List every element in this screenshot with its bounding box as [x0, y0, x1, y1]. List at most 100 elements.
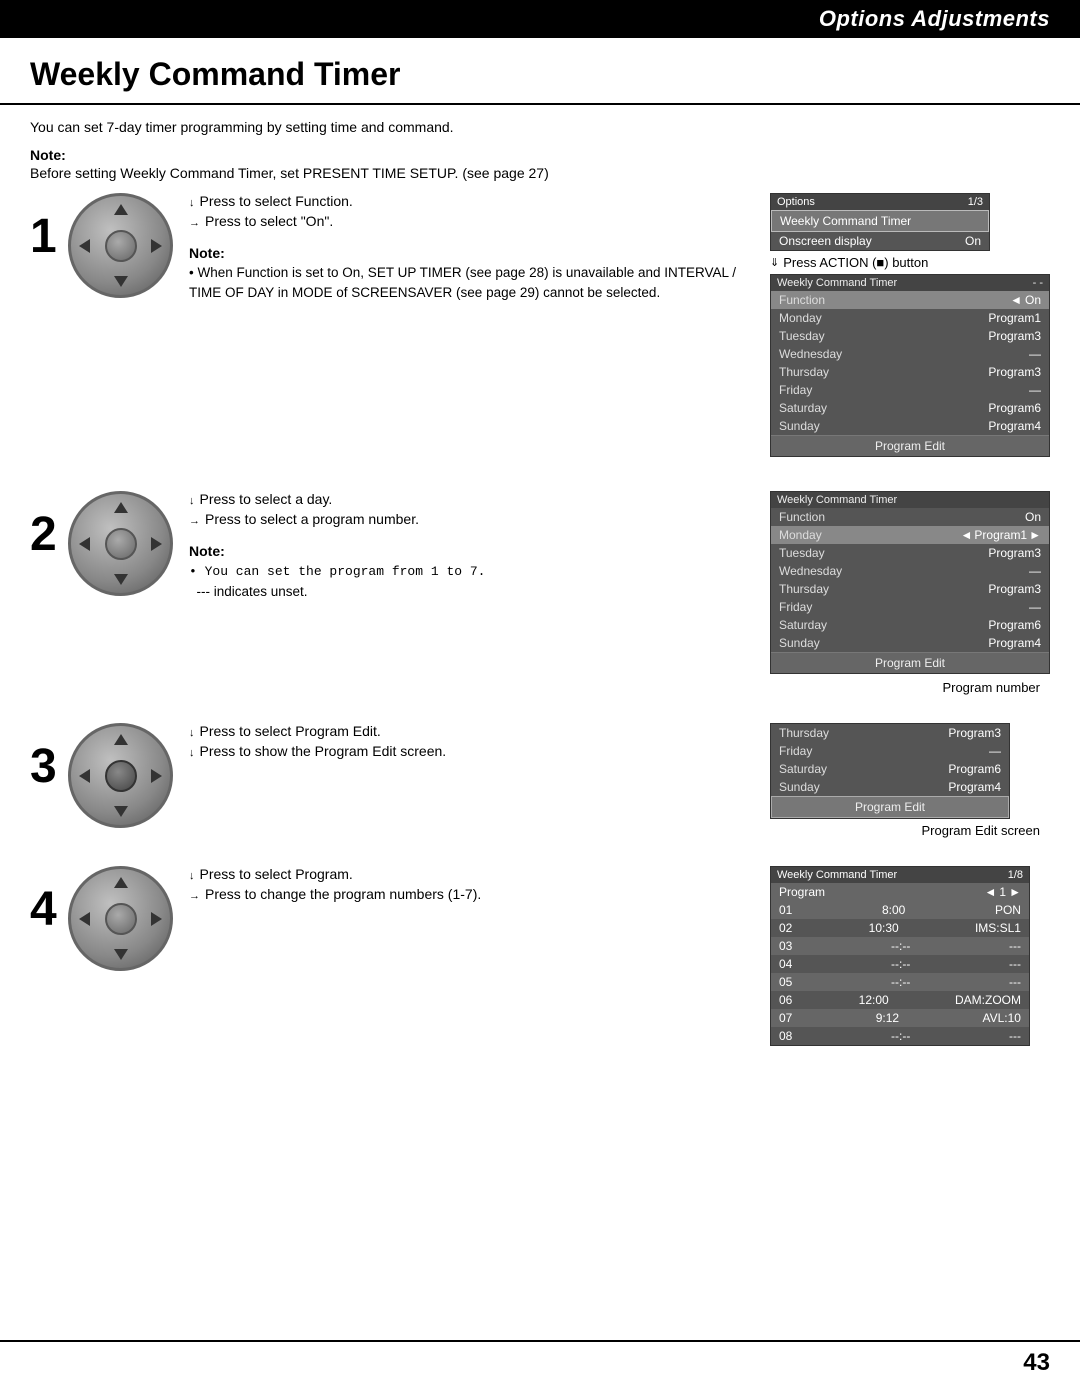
program-edit-screen-label: Program Edit screen	[770, 823, 1050, 838]
arrow-4a: ↓	[189, 870, 195, 882]
dial-3-arrow-down	[114, 806, 128, 817]
s3-sunday-row: Sunday Program4	[771, 778, 1009, 796]
dial-3-arrow-left	[79, 769, 90, 783]
pe-title-bar: Weekly Command Timer 1/8	[771, 867, 1029, 883]
friday-row: Friday —	[771, 381, 1049, 399]
arrow-3b: ↓	[189, 747, 195, 759]
dial-2-arrow-up	[114, 502, 128, 513]
dial-3	[68, 723, 173, 828]
arrow-4b: →	[189, 890, 200, 902]
step-2-row: 2 ↓ Press to select a day. → Press to se…	[30, 491, 1050, 695]
dial-3-arrow-right	[151, 769, 162, 783]
dial-2-center	[105, 528, 137, 560]
s3-thursday-row: Thursday Program3	[771, 724, 1009, 742]
options-title-bar: Options 1/3	[771, 194, 989, 210]
step-3-line-2: Press to show the Program Edit screen.	[200, 743, 447, 759]
program-edit-screen-4: Weekly Command Timer 1/8 Program ◄ 1 ► 0…	[770, 866, 1030, 1046]
step-1-number: 1	[30, 213, 68, 261]
step-2-line-1: Press to select a day.	[200, 491, 333, 507]
step-1-instructions: ↓ Press to select Function. → Press to s…	[189, 193, 750, 304]
step-4-dial-area	[68, 866, 173, 971]
saturday-row: Saturday Program6	[771, 399, 1049, 417]
dial-4-arrow-up	[114, 877, 128, 888]
main-note: Note: Before setting Weekly Command Time…	[30, 147, 1050, 183]
dial-arrow-left	[79, 239, 90, 253]
step-1-note: Note: • When Function is set to On, SET …	[189, 245, 750, 304]
step-1-row: 1 ↓ Press to select Function. → Press to…	[30, 193, 1050, 463]
pe-row-06: 06 12:00 DAM:ZOOM	[771, 991, 1029, 1009]
page-title: Weekly Command Timer	[0, 38, 1080, 105]
pe-row-02: 02 10:30 IMS:SL1	[771, 919, 1029, 937]
pe-row-05: 05 --:-- ---	[771, 973, 1029, 991]
dial-center	[105, 230, 137, 262]
arrow-2a: ↓	[189, 495, 195, 507]
weekly-screen-1: Weekly Command Timer - - Function ◄ On M…	[770, 274, 1050, 457]
dial-2-arrow-down	[114, 574, 128, 585]
step-3-dial-area	[68, 723, 173, 828]
step-3-instructions: ↓ Press to select Program Edit. ↓ Press …	[189, 723, 750, 767]
step-3-number: 3	[30, 743, 68, 791]
step-4-line-2: Press to change the program numbers (1-7…	[205, 886, 481, 902]
pe-row-04: 04 --:-- ---	[771, 955, 1029, 973]
s2-wednesday-row: Wednesday —	[771, 562, 1049, 580]
step-3-small-screen: Thursday Program3 Friday — Saturday Prog…	[770, 723, 1010, 819]
step-2-dial-area	[68, 491, 173, 596]
arrow-3a: ↓	[189, 727, 195, 739]
sunday-row: Sunday Program4	[771, 417, 1049, 435]
step-2-number: 2	[30, 511, 68, 559]
s3-program-edit-btn: Program Edit	[771, 796, 1009, 818]
s2-thursday-row: Thursday Program3	[771, 580, 1049, 598]
dial-1	[68, 193, 173, 298]
thursday-row: Thursday Program3	[771, 363, 1049, 381]
step-2-screens: Weekly Command Timer Function On Monday …	[770, 491, 1050, 695]
s2-friday-row: Friday —	[771, 598, 1049, 616]
weekly-screen-2: Weekly Command Timer Function On Monday …	[770, 491, 1050, 674]
s2-tuesday-row: Tuesday Program3	[771, 544, 1049, 562]
pe-row-08: 08 --:-- ---	[771, 1027, 1029, 1045]
options-screen-1: Options 1/3 Weekly Command Timer Onscree…	[770, 193, 990, 251]
bottom-rule	[0, 1340, 1080, 1342]
options-item-weekly: Weekly Command Timer	[771, 210, 989, 232]
s2-saturday-row: Saturday Program6	[771, 616, 1049, 634]
page-number: 43	[1023, 1349, 1050, 1377]
pe-row-03: 03 --:-- ---	[771, 937, 1029, 955]
step-3-screens: Thursday Program3 Friday — Saturday Prog…	[770, 723, 1050, 838]
step-2-note: Note: • You can set the program from 1 t…	[189, 543, 750, 602]
dial-4-arrow-right	[151, 912, 162, 926]
step-2-line-2: Press to select a program number.	[205, 511, 419, 527]
step-1-line-1: Press to select Function.	[200, 193, 353, 209]
dial-arrow-down	[114, 276, 128, 287]
page-header: Options Adjustments	[0, 0, 1080, 38]
s2-monday-row: Monday ◄ Program1 ►	[771, 526, 1049, 544]
function-row: Function ◄ On	[771, 291, 1049, 309]
step-3-row: 3 ↓ Press to select Program Edit. ↓ Pres…	[30, 723, 1050, 838]
s2-program-edit-btn: Program Edit	[771, 652, 1049, 673]
dial-2-arrow-left	[79, 537, 90, 551]
step-4-screens: Weekly Command Timer 1/8 Program ◄ 1 ► 0…	[770, 866, 1050, 1046]
dial-arrow-up	[114, 204, 128, 215]
pe-header-row: Program ◄ 1 ►	[771, 883, 1029, 901]
note-label: Note:	[30, 147, 66, 163]
weekly-title-2: Weekly Command Timer	[771, 492, 1049, 508]
dial-2	[68, 491, 173, 596]
dial-arrow-right	[151, 239, 162, 253]
weekly-title-1: Weekly Command Timer - -	[771, 275, 1049, 291]
s2-sunday-row: Sunday Program4	[771, 634, 1049, 652]
s3-friday-row: Friday —	[771, 742, 1009, 760]
dial-2-arrow-right	[151, 537, 162, 551]
step-4-instructions: ↓ Press to select Program. → Press to ch…	[189, 866, 750, 910]
step-1-dial-area	[68, 193, 173, 298]
dial-4-arrow-down	[114, 949, 128, 960]
dial-3-arrow-up	[114, 734, 128, 745]
step-2-note-text: • You can set the program from 1 to 7. -…	[189, 561, 750, 602]
dial-3-center-action	[105, 760, 137, 792]
arrow-2b: →	[189, 515, 200, 527]
pe-row-07: 07 9:12 AVL:10	[771, 1009, 1029, 1027]
action-label: ⇓ Press ACTION (■) button	[770, 255, 1050, 270]
wednesday-row: Wednesday —	[771, 345, 1049, 363]
step-4-row: 4 ↓ Press to select Program. → Press to …	[30, 866, 1050, 1046]
step-2-instructions: ↓ Press to select a day. → Press to sele…	[189, 491, 750, 602]
arrow-1b: →	[189, 217, 200, 229]
options-item-onscreen: Onscreen display On	[771, 232, 989, 250]
header-title: Options Adjustments	[819, 6, 1050, 31]
